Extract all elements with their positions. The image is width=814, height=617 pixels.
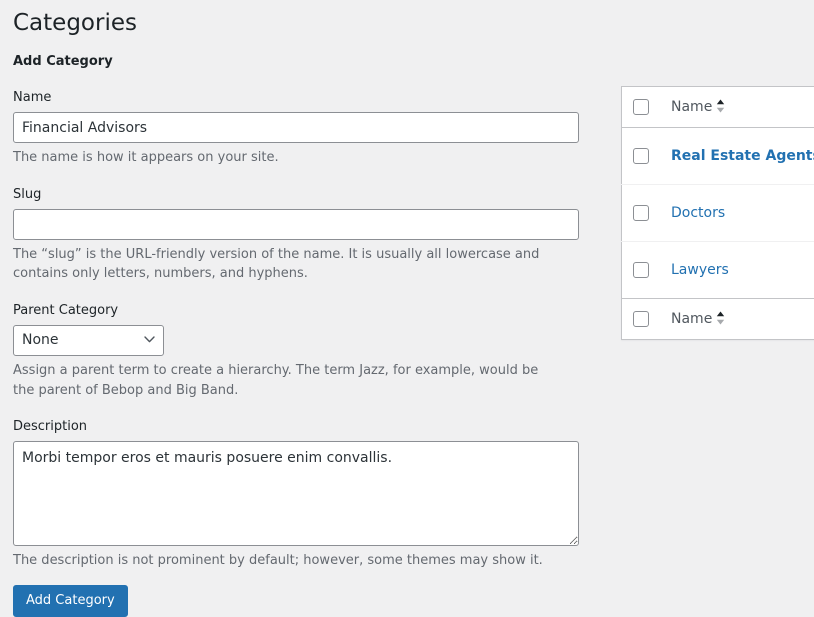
row-name-cell: Lawyers — [671, 242, 814, 299]
row-checkbox[interactable] — [633, 262, 649, 278]
table-row: Lawyers — [622, 242, 814, 299]
field-description: Description The description is not promi… — [13, 418, 593, 571]
row-select-cell — [622, 128, 672, 185]
select-all-header-cell — [622, 87, 672, 128]
slug-help-text: The “slug” is the URL-friendly version o… — [13, 245, 558, 284]
field-parent-category: Parent Category None Assign a parent ter… — [13, 302, 593, 400]
page-title: Categories — [13, 0, 593, 49]
description-label: Description — [13, 418, 593, 436]
name-column-footer: Name — [671, 299, 814, 340]
table-body: Real Estate Agents Doctors — [622, 128, 814, 299]
name-column-header: Name — [671, 87, 814, 128]
add-category-button[interactable]: Add Category — [13, 585, 128, 617]
select-all-checkbox[interactable] — [633, 99, 649, 115]
categories-page: Categories Add Category Name The name is… — [0, 0, 814, 604]
categories-table: Name Real Estate Agents — [621, 86, 814, 340]
sort-by-name-link[interactable]: Name — [671, 99, 725, 115]
description-textarea[interactable] — [13, 441, 579, 546]
parent-category-select-wrap: None — [13, 325, 164, 356]
row-checkbox[interactable] — [633, 205, 649, 221]
name-column-footer-label: Name — [671, 311, 712, 327]
field-slug: Slug The “slug” is the URL-friendly vers… — [13, 186, 593, 284]
row-select-cell — [622, 185, 672, 242]
name-input[interactable] — [13, 112, 579, 143]
sort-arrows-icon — [716, 99, 725, 113]
sort-arrows-icon — [716, 311, 725, 325]
row-select-cell — [622, 242, 672, 299]
table-footer-row: Name — [622, 299, 814, 340]
slug-input[interactable] — [13, 209, 579, 240]
category-link[interactable]: Lawyers — [671, 262, 729, 278]
categories-table-panel: Name Real Estate Agents — [621, 86, 814, 340]
field-name: Name The name is how it appears on your … — [13, 89, 593, 168]
parent-category-select[interactable]: None — [13, 325, 164, 356]
select-all-footer-cell — [622, 299, 672, 340]
sort-by-name-link-footer[interactable]: Name — [671, 311, 725, 327]
add-category-form: Categories Add Category Name The name is… — [13, 0, 593, 617]
name-column-header-label: Name — [671, 99, 712, 115]
category-link[interactable]: Doctors — [671, 205, 725, 221]
row-name-cell: Real Estate Agents — [671, 128, 814, 185]
table-head: Name — [622, 87, 814, 128]
name-help-text: The name is how it appears on your site. — [13, 148, 558, 168]
section-title: Add Category — [13, 49, 593, 71]
table-header-row: Name — [622, 87, 814, 128]
table-row: Real Estate Agents — [622, 128, 814, 185]
row-name-cell: Doctors — [671, 185, 814, 242]
parent-category-help-text: Assign a parent term to create a hierarc… — [13, 361, 558, 400]
row-checkbox[interactable] — [633, 148, 649, 164]
parent-category-label: Parent Category — [13, 302, 593, 320]
slug-label: Slug — [13, 186, 593, 204]
table-row: Doctors — [622, 185, 814, 242]
name-label: Name — [13, 89, 593, 107]
category-link[interactable]: Real Estate Agents — [671, 148, 814, 164]
description-help-text: The description is not prominent by defa… — [13, 551, 558, 571]
select-all-checkbox-footer[interactable] — [633, 311, 649, 327]
table-foot: Name — [622, 299, 814, 340]
